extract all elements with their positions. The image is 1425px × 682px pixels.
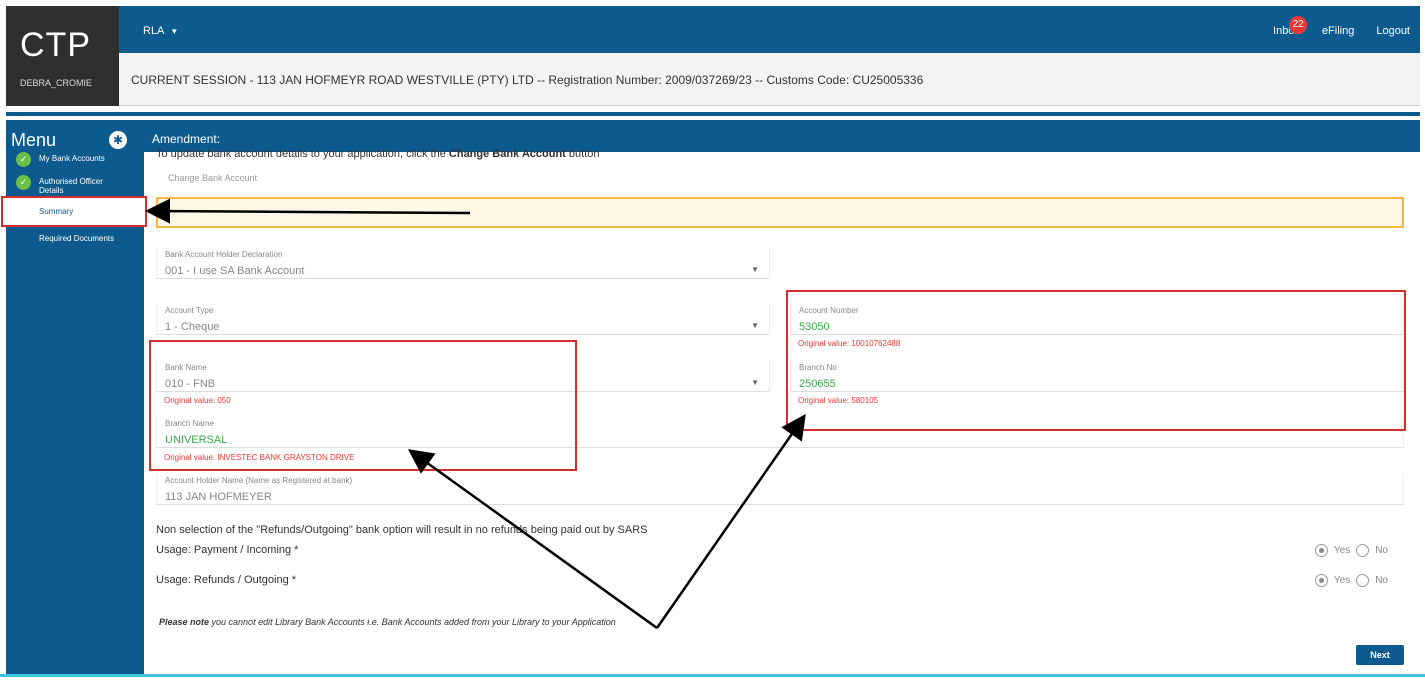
declaration-select[interactable]: Bank Account Holder Declaration 001 - I … (156, 247, 770, 279)
instruction-text: To update bank account details to your a… (156, 148, 600, 160)
menu-title: Menu (11, 130, 57, 150)
please-note: Please note you cannot edit Library Bank… (159, 617, 616, 627)
dropdown-caret-icon: ▼ (751, 321, 759, 330)
field-label: Account Type (165, 306, 214, 315)
highlight-box-bank (149, 340, 577, 471)
sidebar-item-label: Required Documents (39, 234, 115, 243)
field-label: Account Holder Name (Name as Registered … (165, 476, 353, 485)
logout-link[interactable]: Logout (1376, 25, 1410, 37)
usage-payment-label: Usage: Payment / Incoming * (156, 544, 299, 556)
page: CTP DEBRA_CROMIE RLA ▼ Inbox 22 eFiling Lo… (0, 0, 1425, 682)
efiling-link[interactable]: eFiling (1322, 25, 1354, 37)
sidebar-item-required-documents[interactable]: Required Documents (39, 232, 114, 243)
refund-note: Non selection of the "Refunds/Outgoing" … (156, 524, 648, 536)
radio-yes-label: Yes (1333, 575, 1351, 586)
please-note-text: you cannot edit Library Bank Accounts i.… (209, 617, 616, 627)
logo-block: CTP DEBRA_CROMIE (6, 6, 119, 106)
inbox-link[interactable]: Inbox 22 (1273, 16, 1308, 37)
highlight-box-account (786, 290, 1406, 431)
menu-toggle-icon[interactable]: ✱ (109, 131, 127, 149)
session-bar: CURRENT SESSION - 113 JAN HOFMEYR ROAD W… (119, 53, 1420, 106)
sidebar-item-label: Authorised Officer Details (39, 177, 103, 195)
app-logo: CTP (20, 26, 91, 64)
inbox-count-badge: 22 (1289, 16, 1308, 34)
sidebar-item-my-bank-accounts[interactable]: ✓ My Bank Accounts (16, 152, 105, 167)
field-label: Bank Account Holder Declaration (165, 250, 283, 259)
radio-yes-label: Yes (1333, 545, 1351, 556)
dropdown-caret-icon: ▼ (751, 378, 759, 387)
radio-no[interactable] (1356, 544, 1370, 557)
instruction-pre: To update bank account details to your a… (156, 148, 449, 160)
sidebar: Menu ✱ ✓ My Bank Accounts ✓ Authorised O… (1, 120, 147, 676)
change-bank-account-button[interactable]: Change Bank Account (168, 173, 257, 183)
radio-yes[interactable] (1314, 544, 1328, 557)
dropdown-caret-icon: ▼ (751, 265, 759, 274)
please-note-bold: Please note (159, 617, 210, 627)
usage-payment-radio-group: Yes No (1314, 544, 1388, 557)
session-info: CURRENT SESSION - 113 JAN HOFMEYR ROAD W… (131, 73, 924, 87)
radio-no[interactable] (1356, 574, 1370, 587)
warning-banner (156, 197, 1404, 228)
role-menu-label: RLA (143, 25, 165, 37)
field-value: 113 JAN HOFMEYER (165, 491, 272, 503)
footer-line (0, 674, 1425, 677)
radio-no-label: No (1375, 575, 1388, 586)
usage-refunds-radio-group: Yes No (1314, 574, 1388, 587)
sidebar-item-label: My Bank Accounts (39, 154, 105, 163)
check-icon: ✓ (16, 175, 31, 190)
field-value: 1 - Cheque (165, 321, 220, 333)
account-holder-name-field[interactable]: Account Holder Name (Name as Registered … (156, 473, 1404, 505)
sidebar-item-summary[interactable]: Summary (1, 196, 147, 227)
nav-links: Inbox 22 eFiling Logout (1273, 16, 1410, 37)
account-type-select[interactable]: Account Type 1 - Cheque ▼ (156, 303, 770, 335)
check-icon: ✓ (16, 152, 31, 167)
username: DEBRA_CROMIE (20, 78, 93, 88)
section-title: Amendment: (152, 132, 221, 146)
role-menu[interactable]: RLA ▼ (143, 25, 178, 37)
header-divider (6, 112, 1420, 116)
radio-yes[interactable] (1314, 574, 1328, 587)
sidebar-item-authorised-officer[interactable]: ✓ Authorised Officer Details (16, 175, 117, 195)
sidebar-item-label: Summary (39, 207, 74, 216)
field-value: 001 - I use SA Bank Account (165, 265, 305, 277)
next-button[interactable]: Next (1356, 645, 1404, 665)
instruction-bold: Change Bank Account (448, 148, 566, 160)
caret-down-icon: ▼ (170, 27, 179, 36)
top-nav: RLA ▼ Inbox 22 eFiling Logout (119, 6, 1420, 53)
instruction-post: button (565, 148, 600, 160)
usage-refunds-label: Usage: Refunds / Outgoing * (156, 574, 297, 586)
arrow-to-account-box (655, 413, 806, 629)
radio-no-label: No (1375, 545, 1388, 556)
